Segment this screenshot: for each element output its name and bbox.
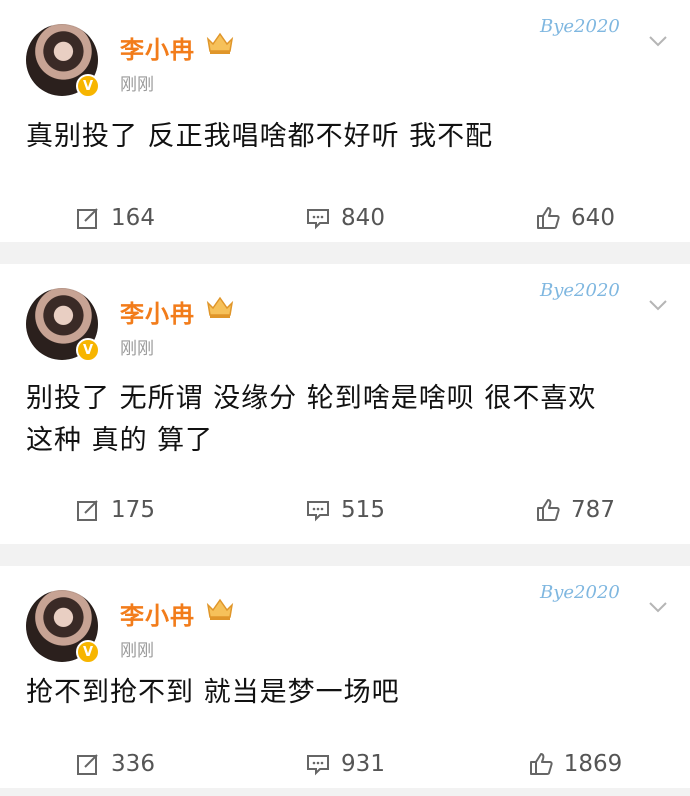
post-text: 抢不到抢不到 就当是梦一场吧: [0, 662, 690, 722]
thumbs-up-icon: [537, 207, 560, 229]
weibo-feed: V 李小冉 刚刚 Bye2020 真别投了 反正我唱啥都不好听 我不配 164 …: [0, 0, 690, 788]
comment-icon: [307, 501, 330, 522]
share-edit-icon: [77, 500, 98, 521]
repost-button[interactable]: 164: [0, 205, 230, 231]
post-text-line: 抢不到抢不到 就当是梦一场吧: [26, 677, 400, 708]
chevron-down-icon[interactable]: [648, 600, 668, 614]
post-card: V 李小冉 刚刚 Bye2020 抢不到抢不到 就当是梦一场吧 336 931: [0, 566, 690, 788]
post-card: V 李小冉 刚刚 Bye2020 真别投了 反正我唱啥都不好听 我不配 164 …: [0, 0, 690, 242]
crown-icon: [206, 296, 234, 318]
comment-icon: [307, 755, 330, 776]
watermark: Bye2020: [540, 280, 620, 301]
thumbs-up-icon: [529, 753, 553, 775]
watermark: Bye2020: [540, 16, 620, 37]
comment-count: 840: [341, 205, 385, 231]
like-count: 640: [571, 205, 615, 231]
post-text: 真别投了 反正我唱啥都不好听 我不配: [0, 96, 690, 178]
post-text-line: 别投了 无所谓 没缘分 轮到啥是啥呗 很不喜欢: [26, 383, 597, 414]
post-time: 刚刚: [120, 75, 154, 95]
action-bar: 336 931 1869: [0, 732, 690, 796]
comment-button[interactable]: 515: [230, 497, 460, 523]
repost-button[interactable]: 175: [0, 497, 230, 523]
repost-count: 175: [111, 497, 155, 523]
like-button[interactable]: 1869: [460, 751, 690, 777]
post-text-line: 真别投了 反正我唱啥都不好听 我不配: [26, 121, 494, 152]
repost-count: 164: [111, 205, 155, 231]
action-bar: 175 515 787: [0, 478, 690, 542]
post-text: 别投了 无所谓 没缘分 轮到啥是啥呗 很不喜欢 这种 真的 算了: [0, 360, 690, 478]
comment-count: 515: [341, 497, 385, 523]
post-header: V 李小冉 刚刚 Bye2020: [0, 0, 690, 98]
comment-count: 931: [341, 751, 385, 777]
user-name[interactable]: 李小冉: [120, 294, 195, 329]
repost-count: 336: [111, 751, 155, 777]
share-edit-icon: [77, 754, 98, 775]
chevron-down-icon[interactable]: [648, 298, 668, 312]
post-time: 刚刚: [120, 339, 154, 359]
user-name[interactable]: 李小冉: [120, 30, 195, 65]
verified-v-icon: V: [76, 74, 100, 98]
post-text-line: 这种 真的 算了: [26, 425, 214, 456]
share-edit-icon: [77, 208, 98, 229]
like-count: 787: [571, 497, 615, 523]
comment-button[interactable]: 931: [230, 751, 460, 777]
post-card: V 李小冉 刚刚 Bye2020 别投了 无所谓 没缘分 轮到啥是啥呗 很不喜欢…: [0, 264, 690, 544]
verified-v-icon: V: [76, 338, 100, 362]
comment-button[interactable]: 840: [230, 205, 460, 231]
like-button[interactable]: 787: [460, 497, 690, 523]
post-header: V 李小冉 刚刚 Bye2020: [0, 264, 690, 362]
thumbs-up-icon: [537, 499, 560, 521]
crown-icon: [206, 598, 234, 620]
comment-icon: [307, 209, 330, 230]
chevron-down-icon[interactable]: [648, 34, 668, 48]
like-count: 1869: [563, 751, 623, 777]
repost-button[interactable]: 336: [0, 751, 230, 777]
watermark: Bye2020: [540, 582, 620, 603]
post-header: V 李小冉 刚刚 Bye2020: [0, 566, 690, 664]
verified-v-icon: V: [76, 640, 100, 664]
crown-icon: [206, 32, 234, 54]
post-time: 刚刚: [120, 641, 154, 661]
user-name[interactable]: 李小冉: [120, 596, 195, 631]
like-button[interactable]: 640: [460, 205, 690, 231]
action-bar: 164 840 640: [0, 186, 690, 250]
